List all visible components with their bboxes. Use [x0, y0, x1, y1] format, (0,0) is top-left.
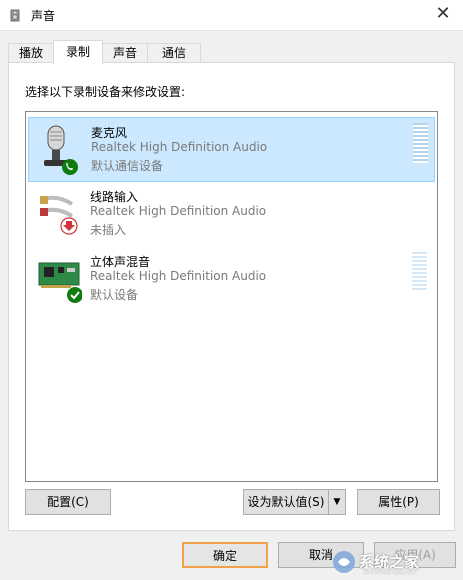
title-bar: 声音 ✕ [0, 0, 463, 31]
speaker-icon [10, 9, 20, 22]
properties-button[interactable]: 属性(P) [357, 489, 440, 515]
caret-down-icon: ▼ [333, 497, 341, 507]
watermark-logo-icon [333, 551, 355, 573]
set-default-dropdown[interactable]: ▼ [328, 489, 346, 515]
device-list[interactable]: 麦克风 Realtek High Definition Audio 默认通信设备… [25, 111, 438, 482]
instruction-text: 选择以下录制设备来修改设置: [25, 85, 186, 99]
device-name: 立体声混音 [90, 255, 151, 269]
level-meter [412, 252, 427, 292]
watermark-url: XITONGZHIJIA.NET [363, 569, 419, 576]
tab-recording[interactable]: 录制 [53, 40, 103, 64]
green-check-badge [67, 287, 82, 303]
tab-communications[interactable]: 通信 [147, 43, 201, 63]
device-status: 未插入 [90, 223, 127, 237]
level-meter [413, 123, 428, 163]
close-button[interactable]: ✕ [433, 5, 453, 25]
line-in-cable-icon [40, 195, 78, 235]
tab-sounds[interactable]: 声音 [102, 43, 148, 63]
tab-playback[interactable]: 播放 [8, 43, 54, 63]
sound-card-icon [38, 262, 82, 303]
device-status: 默认通信设备 [91, 159, 164, 173]
configure-button[interactable]: 配置(C) [25, 489, 111, 515]
watermark: 系统之家 XITONGZHIJIA.NET [331, 547, 459, 577]
ok-button[interactable]: 确定 [182, 542, 268, 568]
set-default-split-button: 设为默认值(S) ▼ [243, 489, 347, 515]
device-name: 线路输入 [90, 190, 139, 204]
device-name: 麦克风 [91, 126, 128, 140]
recording-panel: 选择以下录制设备来修改设置: 麦克风 Realtek High Definiti… [8, 62, 455, 531]
phone-badge [62, 159, 78, 175]
set-default-button[interactable]: 设为默认值(S) [243, 489, 329, 515]
microphone-icon [44, 125, 78, 175]
device-driver: Realtek High Definition Audio [90, 204, 267, 218]
device-item-microphone[interactable]: 麦克风 Realtek High Definition Audio 默认通信设备 [28, 117, 435, 182]
window-title: 声音 [31, 9, 56, 23]
device-status: 默认设备 [90, 288, 139, 302]
device-item-line-in[interactable]: 线路输入 Realtek High Definition Audio 未插入 [28, 182, 433, 245]
device-driver: Realtek High Definition Audio [91, 140, 268, 154]
device-item-stereo-mix[interactable]: 立体声混音 Realtek High Definition Audio 默认设备 [28, 247, 433, 310]
device-driver: Realtek High Definition Audio [90, 269, 267, 283]
close-icon: ✕ [435, 3, 451, 24]
